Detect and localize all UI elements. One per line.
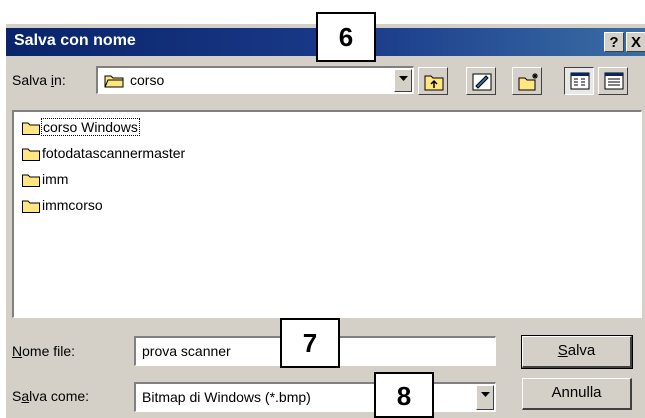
list-item[interactable]: immcorso [22, 196, 142, 216]
save-as-type-label: Salva come: [12, 388, 90, 404]
save-as-type-dropdown-arrow[interactable] [476, 385, 494, 410]
list-item[interactable]: imm [22, 170, 102, 190]
callout-6: 6 [316, 12, 376, 62]
filename-value: prova scanner [142, 343, 231, 359]
folder-icon [22, 199, 40, 216]
list-item-label: fotodatascannermaster [42, 145, 186, 161]
save-button[interactable]: Salva [521, 335, 633, 369]
close-button[interactable]: X [626, 32, 645, 52]
save-in-dropdown-arrow[interactable] [394, 69, 412, 92]
list-item-label: corso Windows [41, 118, 140, 136]
new-folder-button[interactable] [512, 67, 542, 95]
chevron-down-icon [481, 392, 490, 397]
details-view-icon [604, 72, 624, 90]
save-as-type-value: Bitmap di Windows (*.bmp) [142, 389, 311, 405]
list-item-label: immcorso [42, 197, 103, 213]
folder-icon [22, 173, 40, 190]
callout-8: 8 [374, 372, 434, 418]
up-one-level-button[interactable] [418, 67, 448, 95]
list-view-icon [570, 72, 590, 90]
list-item[interactable]: fotodatascannermaster [22, 144, 242, 164]
list-item-label: imm [42, 171, 69, 187]
save-as-type-dropdown[interactable]: Bitmap di Windows (*.bmp) [134, 382, 496, 412]
cancel-button[interactable]: Annulla [522, 378, 632, 410]
folder-icon [22, 121, 40, 138]
chevron-down-icon [399, 76, 408, 81]
help-button[interactable]: ? [604, 32, 624, 52]
new-folder-icon [518, 73, 538, 91]
save-in-dropdown[interactable]: corso [96, 66, 414, 94]
list-item[interactable]: corso Windows [22, 118, 182, 138]
save-in-label: Salva in: [12, 72, 66, 88]
details-view-button[interactable] [598, 67, 628, 95]
callout-7: 7 [280, 318, 340, 368]
file-list[interactable]: corso Windows fotodatascannermaster imm … [12, 110, 642, 318]
up-folder-icon [424, 75, 444, 91]
window-title: Salva con nome [14, 32, 136, 49]
desktop-icon [472, 73, 492, 91]
list-view-button[interactable] [564, 67, 594, 95]
current-folder-name: corso [130, 72, 165, 88]
filename-label: Nome file: [12, 343, 76, 359]
desktop-button[interactable] [466, 67, 496, 95]
folder-icon [22, 147, 40, 164]
folder-icon [104, 73, 124, 93]
